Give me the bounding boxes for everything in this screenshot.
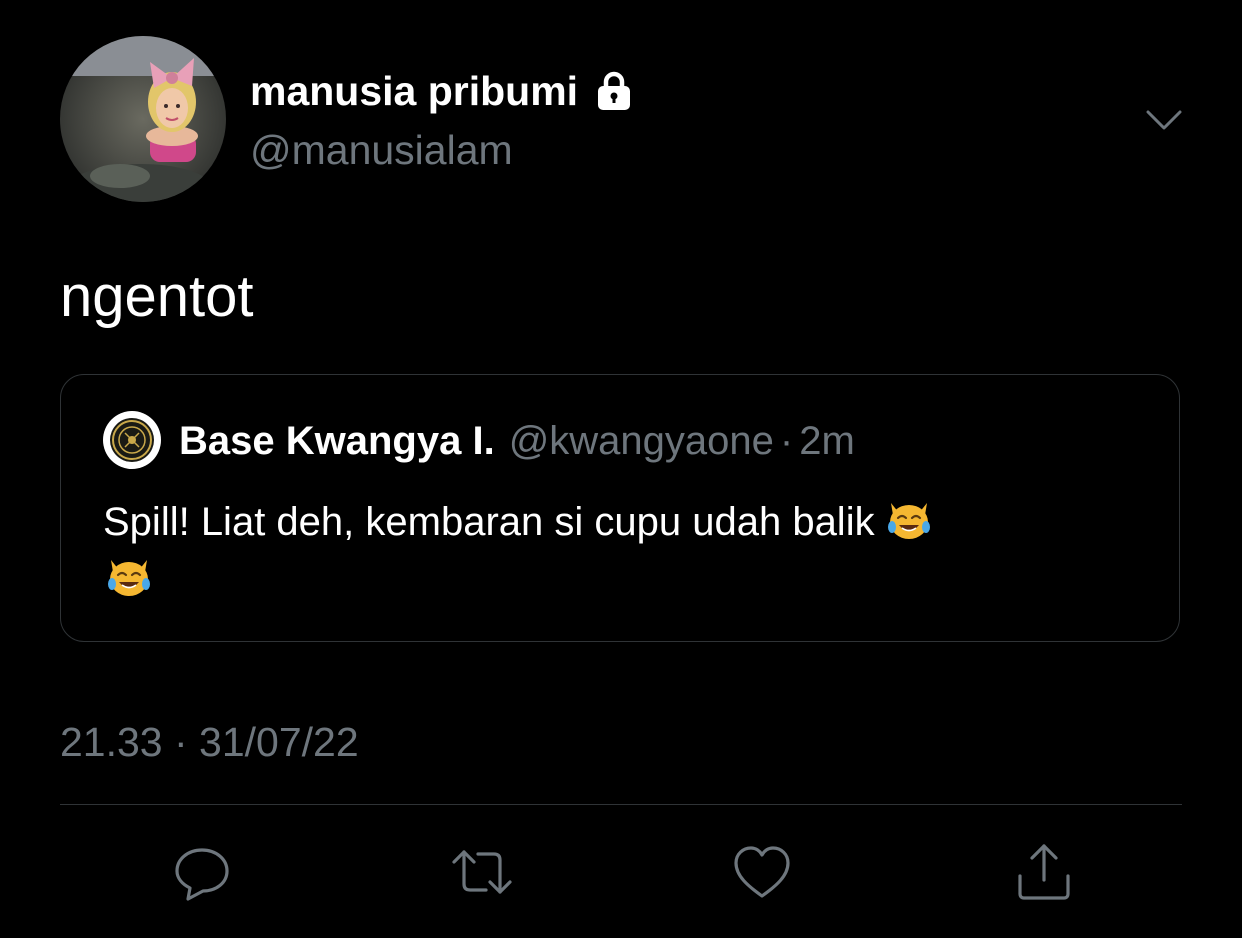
author-avatar[interactable] — [60, 36, 226, 202]
like-button[interactable] — [730, 840, 794, 904]
retweet-button[interactable] — [450, 840, 514, 904]
quoted-tweet-time: 2m — [799, 419, 855, 463]
divider — [60, 804, 1182, 805]
retweet-icon — [452, 850, 512, 894]
quoted-author-name[interactable]: Base Kwangya I. — [179, 419, 495, 463]
quoted-tweet-header: Base Kwangya I. @kwangyaone · 2m — [179, 415, 855, 467]
lock-icon — [592, 69, 636, 113]
reply-icon — [175, 848, 229, 901]
cat-tears-of-joy-icon — [103, 550, 155, 602]
author-handle[interactable]: @manusialam — [250, 122, 513, 178]
tweet-timestamp[interactable]: 21.33 · 31/07/22 — [60, 716, 359, 768]
chevron-down-icon[interactable] — [1144, 100, 1184, 140]
avatar-image — [60, 36, 226, 202]
author-display-name: manusia pribumi — [250, 68, 579, 114]
quoted-tweet-text: Spill! Liat deh, kembaran si cupu udah b… — [103, 493, 1123, 607]
heart-icon — [734, 846, 790, 898]
quoted-tweet-body: Spill! Liat deh, kembaran si cupu udah b… — [103, 500, 875, 544]
share-icon — [1018, 844, 1070, 900]
cat-tears-of-joy-icon — [883, 493, 935, 545]
quoted-author-avatar[interactable] — [103, 411, 161, 469]
quoted-author-handle[interactable]: @kwangyaone — [509, 419, 774, 463]
author-display-name-row[interactable]: manusia pribumi — [250, 62, 636, 120]
separator-dot: · — [779, 419, 794, 463]
share-button[interactable] — [1012, 840, 1076, 904]
tweet-text: ngentot — [60, 264, 254, 329]
quoted-tweet-card[interactable]: Base Kwangya I. @kwangyaone · 2m Spill! Lia… — [60, 374, 1180, 642]
reply-button[interactable] — [170, 840, 234, 904]
